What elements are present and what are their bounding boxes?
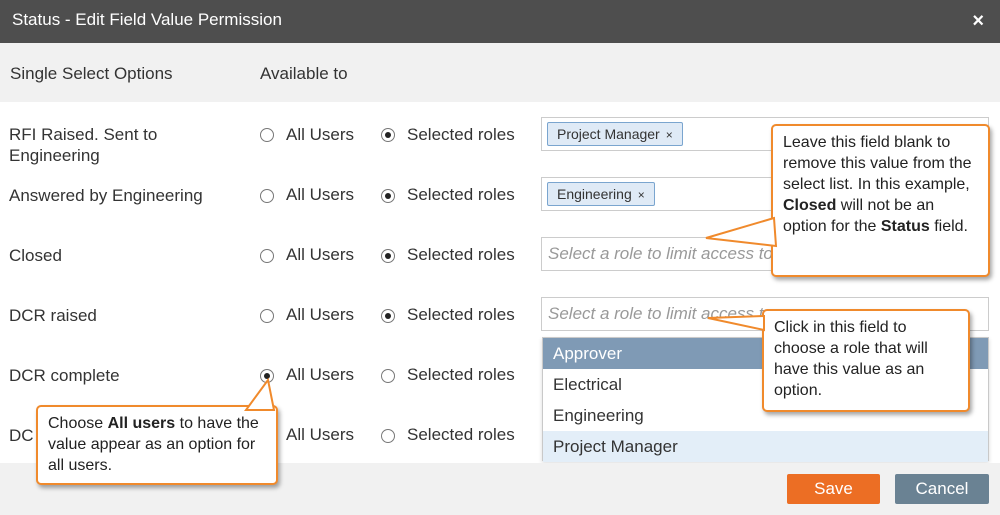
all-users-radio[interactable] bbox=[260, 309, 274, 323]
callout-emphasis: Status bbox=[880, 218, 930, 235]
selected-roles-radio[interactable] bbox=[381, 369, 395, 383]
all-users-label: All Users bbox=[286, 305, 355, 324]
dialog-titlebar: Status - Edit Field Value Permission × bbox=[0, 0, 1000, 43]
remove-chip-icon[interactable]: × bbox=[666, 128, 673, 142]
available-column-header: Available to bbox=[260, 64, 348, 83]
role-chip: Project Manager × bbox=[547, 122, 683, 146]
option-label: RFI Raised. Sent to Engineering bbox=[9, 125, 158, 165]
selected-roles-radio[interactable] bbox=[381, 249, 395, 263]
callout-blank-field: Leave this field blank to remove this va… bbox=[771, 124, 990, 277]
selected-roles-label: Selected roles bbox=[407, 185, 515, 204]
selected-roles-radio[interactable] bbox=[381, 189, 395, 203]
selected-roles-label: Selected roles bbox=[407, 125, 515, 144]
selected-roles-radio[interactable] bbox=[381, 128, 395, 142]
all-users-label: All Users bbox=[286, 185, 355, 204]
cancel-button[interactable]: Cancel bbox=[895, 474, 989, 504]
option-label: DCR complete bbox=[9, 366, 120, 385]
callout-text: Choose bbox=[48, 415, 108, 432]
callout-emphasis: All users bbox=[107, 415, 176, 432]
all-users-radio[interactable] bbox=[260, 128, 274, 142]
option-label: Closed bbox=[9, 246, 62, 265]
save-button[interactable]: Save bbox=[787, 474, 880, 504]
all-users-radio[interactable] bbox=[260, 189, 274, 203]
selected-roles-label: Selected roles bbox=[407, 365, 515, 384]
all-users-radio[interactable] bbox=[260, 249, 274, 263]
role-chip-label: Project Manager bbox=[557, 126, 660, 142]
column-header: Single Select Options Available to bbox=[0, 43, 1000, 102]
remove-chip-icon[interactable]: × bbox=[638, 188, 645, 202]
all-users-label: All Users bbox=[286, 245, 355, 264]
dropdown-option-label: Engineering bbox=[553, 406, 644, 425]
selected-roles-label: Selected roles bbox=[407, 305, 515, 324]
dropdown-option-project-manager[interactable]: Project Manager bbox=[543, 431, 988, 462]
callout-text: Click in this field to choose a role tha… bbox=[774, 319, 928, 399]
callout-text: Leave this field blank to remove this va… bbox=[783, 134, 972, 193]
selected-roles-radio[interactable] bbox=[381, 429, 395, 443]
callout-emphasis: Closed bbox=[783, 197, 837, 214]
all-users-label: All Users bbox=[286, 365, 355, 384]
role-chip: Engineering × bbox=[547, 182, 655, 206]
role-chip-label: Engineering bbox=[557, 186, 632, 202]
dialog-title: Status - Edit Field Value Permission bbox=[12, 10, 282, 29]
callout-text: field. bbox=[929, 218, 968, 235]
options-column-header: Single Select Options bbox=[10, 64, 173, 83]
dropdown-option-label: Electrical bbox=[553, 375, 622, 394]
selected-roles-label: Selected roles bbox=[407, 245, 515, 264]
all-users-label: All Users bbox=[286, 425, 355, 444]
option-label: DCR raised bbox=[9, 306, 97, 325]
dropdown-option-label: Project Manager bbox=[553, 437, 678, 456]
option-label: Answered by Engineering bbox=[9, 186, 203, 205]
close-icon[interactable]: × bbox=[972, 10, 984, 33]
all-users-label: All Users bbox=[286, 125, 355, 144]
callout-click-field: Click in this field to choose a role tha… bbox=[762, 309, 970, 412]
callout-pointer bbox=[705, 216, 778, 248]
dropdown-option-label: Approver bbox=[553, 344, 622, 363]
callout-pointer bbox=[244, 377, 276, 411]
callout-pointer bbox=[707, 314, 765, 332]
selected-roles-radio[interactable] bbox=[381, 309, 395, 323]
selected-roles-label: Selected roles bbox=[407, 425, 515, 444]
